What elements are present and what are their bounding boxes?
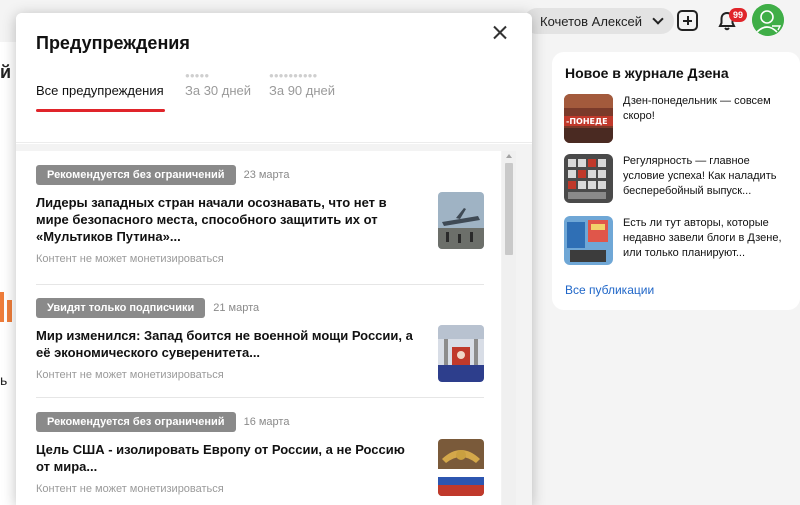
monetization-note: Контент не может монетизироваться [36, 369, 224, 381]
item-divider [36, 397, 484, 398]
scrollbar[interactable] [502, 151, 516, 505]
scroll-up-arrow-icon[interactable] [506, 154, 512, 158]
warning-item: Рекомендуется без ограничений 16 марта Ц… [36, 412, 484, 495]
warning-date: 21 марта [213, 302, 260, 314]
tab-30-days-dots: ●●●●● [185, 71, 210, 80]
warning-meta: Рекомендуется без ограничений 23 марта [36, 165, 484, 185]
status-badge: Рекомендуется без ограничений [36, 165, 236, 185]
article-title[interactable]: Лидеры западных стран начали осознавать,… [36, 194, 421, 245]
scrollbar-thumb[interactable] [505, 163, 513, 255]
warning-date: 16 марта [243, 416, 290, 428]
warning-item: Увидят только подписчики 21 марта Мир из… [36, 298, 484, 381]
warnings-list: Рекомендуется без ограничений 23 марта Л… [16, 151, 501, 505]
article-thumbnail[interactable] [438, 192, 484, 249]
article-title[interactable]: Цель США - изолировать Европу от России,… [36, 441, 421, 475]
warning-meta: Рекомендуется без ограничений 16 марта [36, 412, 484, 432]
active-tab-underline [36, 109, 165, 112]
warning-date: 23 марта [243, 169, 290, 181]
modal-header: Предупреждения Все предупреждения ●●●●● … [16, 13, 532, 143]
tab-90-days-dots: ●●●●●●●●●● [269, 71, 318, 80]
warnings-list-area: Рекомендуется без ограничений 23 марта Л… [16, 144, 532, 505]
monetization-note: Контент не может монетизироваться [36, 483, 224, 495]
modal-gutter [516, 144, 532, 505]
warning-meta: Увидят только подписчики 21 марта [36, 298, 484, 318]
tab-90-days[interactable]: За 90 дней [269, 83, 335, 98]
tab-30-days[interactable]: За 30 дней [185, 83, 251, 98]
article-thumbnail[interactable] [438, 439, 484, 496]
article-thumbnail[interactable] [438, 325, 484, 382]
close-icon[interactable] [490, 23, 510, 43]
modal-title: Предупреждения [36, 33, 190, 53]
warning-item: Рекомендуется без ограничений 23 марта Л… [36, 165, 484, 265]
monetization-note: Контент не может монетизироваться [36, 253, 224, 265]
article-title[interactable]: Мир изменился: Запад боится не военной м… [36, 327, 421, 361]
status-badge: Рекомендуется без ограничений [36, 412, 236, 432]
tab-all-warnings[interactable]: Все предупреждения [36, 83, 164, 98]
status-badge: Увидят только подписчики [36, 298, 206, 318]
item-divider [36, 284, 484, 285]
warnings-modal: Предупреждения Все предупреждения ●●●●● … [16, 13, 532, 505]
